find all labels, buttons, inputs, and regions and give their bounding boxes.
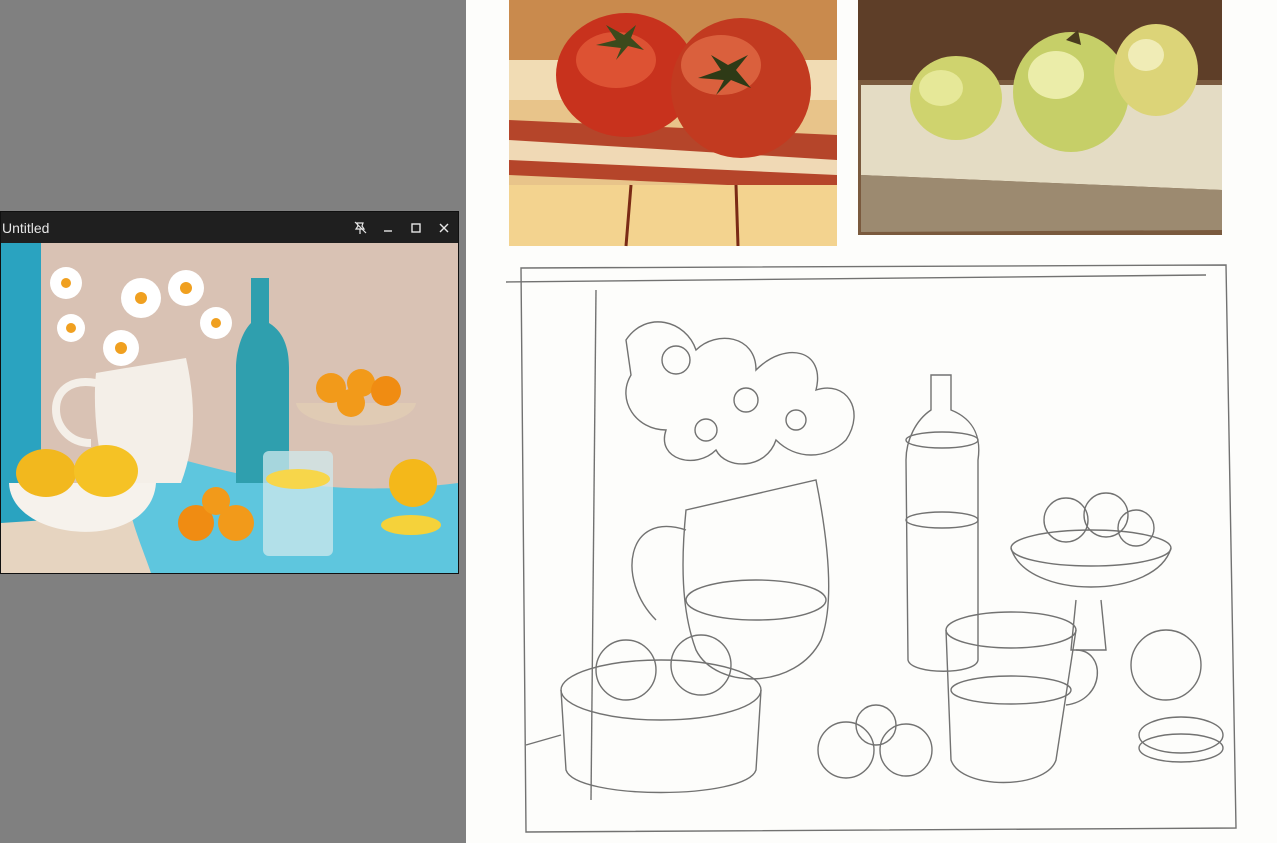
window-title: Untitled (2, 219, 50, 236)
minimize-icon (384, 229, 392, 232)
drawing-canvas[interactable] (466, 0, 1277, 843)
minimize-button[interactable] (374, 212, 402, 243)
reference-photo (1, 243, 458, 573)
still-life-photo (1, 243, 458, 573)
window-titlebar[interactable]: Untitled (1, 212, 458, 243)
maximize-icon (411, 222, 421, 233)
canvas-artwork (505, 0, 1237, 833)
reference-window[interactable]: Untitled (0, 211, 459, 574)
pin-off-icon (354, 221, 367, 234)
maximize-button[interactable] (402, 212, 430, 243)
close-button[interactable] (430, 212, 458, 243)
apple-study (858, 0, 1222, 235)
pencil-sketch (505, 264, 1237, 833)
tomato-study (509, 0, 837, 247)
close-icon (439, 223, 449, 232)
pin-button[interactable] (346, 212, 374, 243)
